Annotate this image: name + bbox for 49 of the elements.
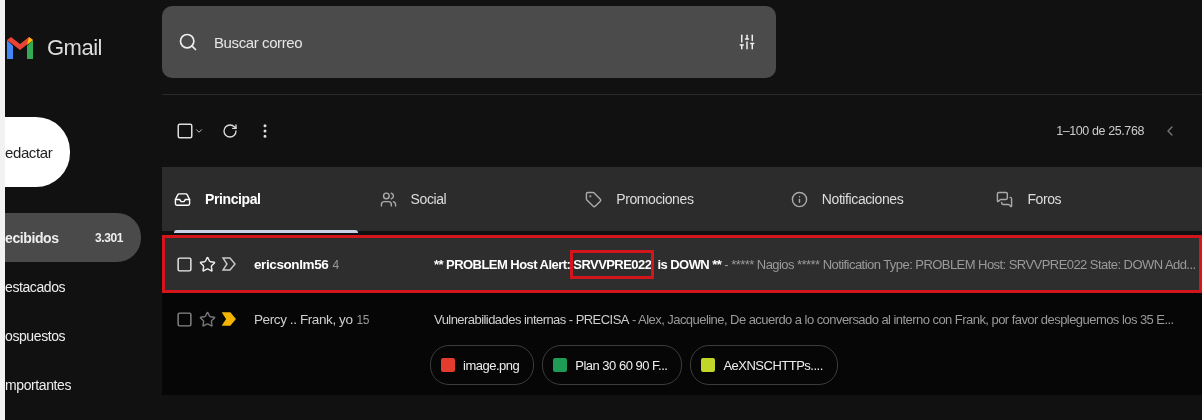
email-snippet: - ***** Nagios ***** Notification Type: PROBLEM Host: SRVVPRE022 State: DOWN Add... [723, 256, 1196, 272]
info-icon [790, 190, 808, 208]
category-tab[interactable]: Social [379, 167, 586, 231]
highlighted-text: SRVVPRE022 [573, 252, 652, 276]
email-snippet: - Alex, Jacqueline, De acuerdo a lo conversado al interno con Frank, por favor despleguemos los 35 E... [630, 311, 1174, 327]
category-tab[interactable]: Principal [174, 167, 380, 231]
email-subject: ** PROBLEM Host Alert: [434, 256, 572, 272]
compose-button[interactable]: edactar [5, 117, 70, 187]
sidebar-item[interactable]: estacados [5, 262, 141, 311]
select-all-checkbox[interactable] [176, 122, 194, 140]
row-checkbox[interactable] [176, 310, 193, 328]
spreadsheet-icon [553, 358, 568, 372]
sidebar-item-label: ecibidos [5, 229, 59, 246]
image-file-icon [441, 358, 455, 372]
category-tab[interactable]: Notificaciones [790, 167, 997, 231]
search-icon [178, 32, 198, 52]
file-icon [701, 358, 716, 372]
people-icon [379, 190, 397, 208]
sidebar-item-label: mportantes [5, 376, 72, 393]
attachment-chip[interactable]: Plan 30 60 90 F... [542, 345, 683, 385]
chat-icon [996, 190, 1014, 208]
sidebar-item-label: estacados [5, 278, 66, 295]
sidebar-item-label: ospuestos [5, 327, 66, 344]
importance-marker-icon[interactable] [222, 256, 236, 272]
refresh-icon[interactable] [222, 123, 238, 139]
star-icon[interactable] [199, 310, 216, 328]
email-subject: is DOWN ** [656, 256, 722, 272]
unread-count: 3.301 [94, 230, 123, 245]
highlighted-email-row[interactable]: ericsonlm56 4 ** PROBLEM Host Alert: SRVVPRE022 is DOWN ** - ***** Nagios ***** Notification Type: PROBLEM Host: SRVVPRE022 State: DOWN Add... [162, 235, 1202, 293]
attachment-chip[interactable]: AeXNSCHTTPs.... [690, 345, 838, 385]
sidebar-item[interactable]: ecibidos 3.301 [5, 213, 141, 262]
sender-name: Percy .. Frank, yo 15 [254, 311, 371, 327]
logo-text: Gmail [47, 34, 102, 61]
search-field[interactable]: Buscar correo [212, 32, 724, 52]
attachment-chip[interactable]: image.png [430, 345, 535, 385]
email-subject: Vulnerabilidades internas - PRECISA [434, 311, 629, 327]
filter-options-icon[interactable] [738, 33, 756, 51]
inbox-icon [174, 190, 191, 208]
pagination-text: 1–100 de 25.768 [1056, 124, 1144, 138]
importance-marker-icon[interactable] [222, 311, 236, 327]
category-tab[interactable]: Foros [996, 167, 1202, 231]
sidebar-item[interactable]: mportantes [5, 360, 141, 409]
email-row[interactable] [162, 293, 1202, 395]
dropdown-caret-icon[interactable] [194, 126, 204, 136]
sidebar-item[interactable]: ospuestos [5, 311, 141, 360]
category-tab[interactable]: Promociones [585, 167, 791, 231]
gmail-logo-icon [7, 36, 33, 59]
sender-name: ericsonlm56 4 [254, 256, 340, 272]
tag-icon [585, 190, 603, 208]
